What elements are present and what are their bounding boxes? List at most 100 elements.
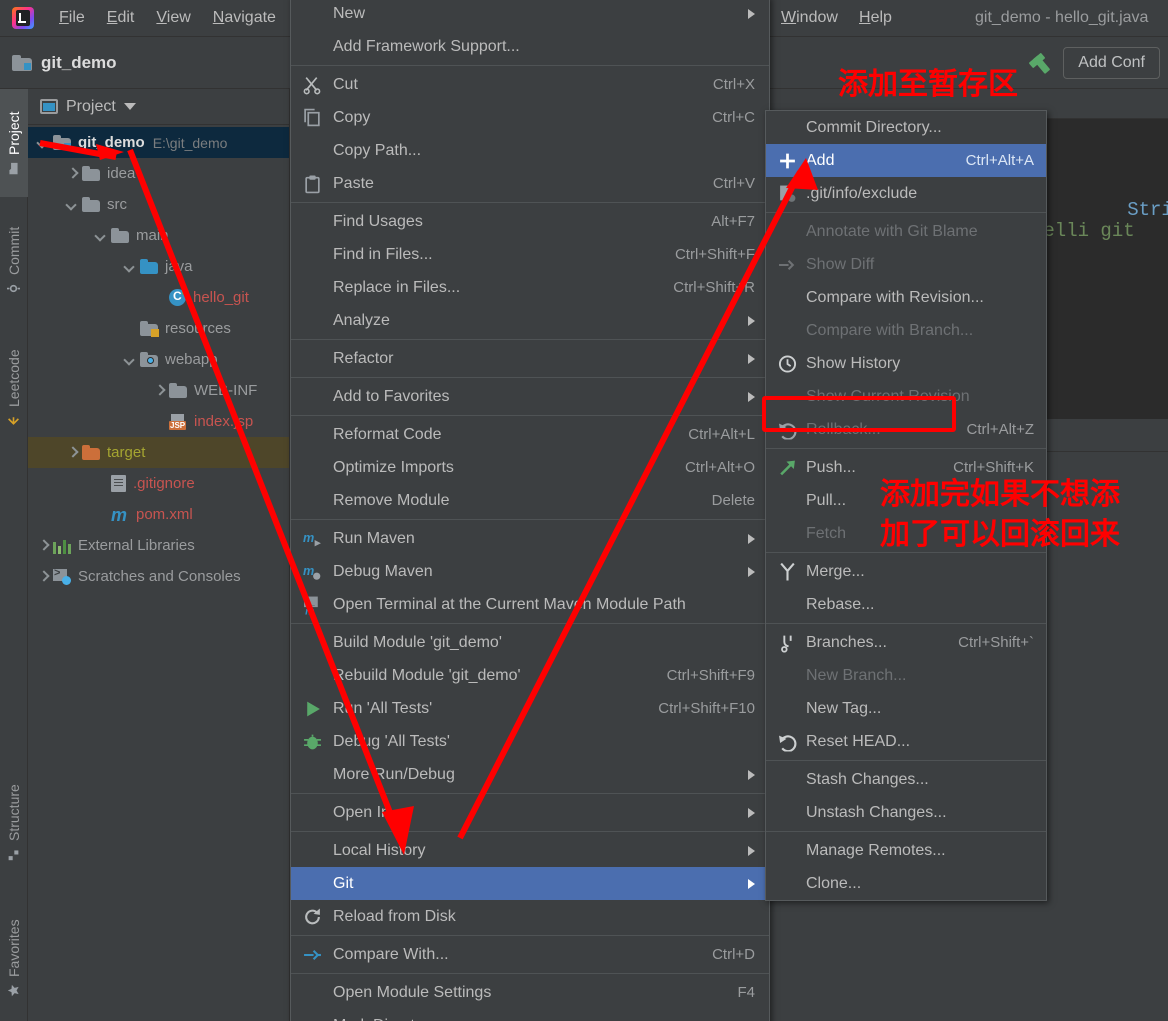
context-menu[interactable]: New Add Framework Support... Cut Ctrl+X Copy… xyxy=(290,0,770,1021)
tree-node-scratches-and-consoles[interactable]: Scratches and Consoles xyxy=(28,561,289,592)
menu-item-rebase[interactable]: Rebase... xyxy=(766,588,1046,621)
menu-item-copy[interactable]: Copy Ctrl+C xyxy=(291,101,769,134)
tree-node-hello-git[interactable]: hello_git xyxy=(28,282,289,313)
chevron-down-icon[interactable] xyxy=(94,229,108,243)
chevron-right-icon[interactable] xyxy=(36,539,50,553)
build-hammer-icon[interactable] xyxy=(1027,50,1053,76)
chevron-down-icon[interactable] xyxy=(123,103,136,110)
menu-item-run-maven[interactable]: m Run Maven xyxy=(291,522,769,555)
chevron-right-icon[interactable] xyxy=(65,167,79,181)
sidebar-item-project[interactable]: Project xyxy=(0,89,28,197)
menu-item-branches[interactable]: Branches... Ctrl+Shift+` xyxy=(766,626,1046,659)
menu-item-rebuild-module-git-demo[interactable]: Rebuild Module 'git_demo' Ctrl+Shift+F9 xyxy=(291,659,769,692)
project-tree[interactable]: git_demo E:\git_demoidea srcmain javahello_… xyxy=(28,125,289,592)
menu-item-reformat-code[interactable]: Reformat Code Ctrl+Alt+L xyxy=(291,418,769,451)
chevron-down-icon[interactable] xyxy=(123,260,137,274)
menu-item-manage-remotes[interactable]: Manage Remotes... xyxy=(766,834,1046,867)
menu-file[interactable]: File xyxy=(48,6,96,30)
tree-node-git-demo[interactable]: git_demo E:\git_demo xyxy=(28,127,289,158)
menu-item-new-branch[interactable]: New Branch... xyxy=(766,659,1046,692)
chevron-right-icon[interactable] xyxy=(152,384,166,398)
tree-node-index-jsp[interactable]: JSP index.jsp xyxy=(28,406,289,437)
menu-item-add-framework-support[interactable]: Add Framework Support... xyxy=(291,30,769,63)
menu-item-unstash-changes[interactable]: Unstash Changes... xyxy=(766,796,1046,829)
menu-item-local-history[interactable]: Local History xyxy=(291,834,769,867)
menu-view-label-rest: iew xyxy=(166,9,191,26)
left-tool-window-bar[interactable]: Project Commit Leetcode Structure Favori… xyxy=(0,89,28,1021)
chevron-right-icon[interactable] xyxy=(36,570,50,584)
menu-separator xyxy=(291,973,769,974)
toolbar-right-group[interactable]: Add Conf xyxy=(1027,46,1168,79)
menu-item-show-diff[interactable]: Show Diff xyxy=(766,248,1046,281)
chevron-down-icon[interactable] xyxy=(36,136,50,150)
menu-item-debug-all-tests[interactable]: Debug 'All Tests' xyxy=(291,725,769,758)
tree-node-main[interactable]: main xyxy=(28,220,289,251)
tree-node-resources[interactable]: resources xyxy=(28,313,289,344)
sidebar-item-structure[interactable]: Structure xyxy=(0,761,28,883)
sidebar-item-commit[interactable]: Commit xyxy=(0,205,28,315)
menu-item-label: Unstash Changes... xyxy=(806,803,947,821)
tree-node-src[interactable]: src xyxy=(28,189,289,220)
tree-node-target[interactable]: target xyxy=(28,437,289,468)
menu-item-show-history[interactable]: Show History xyxy=(766,347,1046,380)
menu-item-label: Remove Module xyxy=(333,491,450,509)
menu-navigate[interactable]: Navigate xyxy=(202,6,287,30)
chevron-right-icon[interactable] xyxy=(65,446,79,460)
menu-item-copy-path[interactable]: Copy Path... xyxy=(291,134,769,167)
menu-item-refactor[interactable]: Refactor xyxy=(291,342,769,375)
menu-item-find-in-files[interactable]: Find in Files... Ctrl+Shift+F xyxy=(291,238,769,271)
menu-item-compare-with-branch[interactable]: Compare with Branch... xyxy=(766,314,1046,347)
menu-view[interactable]: View xyxy=(145,6,201,30)
menu-item-add-to-favorites[interactable]: Add to Favorites xyxy=(291,380,769,413)
menu-item-open-in[interactable]: Open In xyxy=(291,796,769,829)
sidebar-item-favorites[interactable]: Favorites xyxy=(0,897,28,1019)
breadcrumb[interactable]: git_demo xyxy=(12,53,117,73)
menu-item-stash-changes[interactable]: Stash Changes... xyxy=(766,763,1046,796)
menu-separator xyxy=(766,212,1046,213)
menu-item-annotate-with-git-blame[interactable]: Annotate with Git Blame xyxy=(766,215,1046,248)
menu-item-open-terminal-at-the-current-maven-module-path[interactable]: >_ m Open Terminal at the Current Maven Mo… xyxy=(291,588,769,621)
menu-item-remove-module[interactable]: Remove Module Delete xyxy=(291,484,769,517)
menu-item-debug-maven[interactable]: m Debug Maven xyxy=(291,555,769,588)
menu-item-open-module-settings[interactable]: Open Module Settings F4 xyxy=(291,976,769,1009)
menu-item-clone[interactable]: Clone... xyxy=(766,867,1046,900)
menu-item-compare-with[interactable]: Compare With... Ctrl+D xyxy=(291,938,769,971)
tree-node-pom-xml[interactable]: m pom.xml xyxy=(28,499,289,530)
breadcrumb-project-name: git_demo xyxy=(41,52,117,72)
menu-item-cut[interactable]: Cut Ctrl+X xyxy=(291,68,769,101)
tree-node-web-inf[interactable]: WEB-INF xyxy=(28,375,289,406)
tree-node-java[interactable]: java xyxy=(28,251,289,282)
menu-item-commit-directory[interactable]: Commit Directory... xyxy=(766,111,1046,144)
menu-item-more-run-debug[interactable]: More Run/Debug xyxy=(291,758,769,791)
tree-node-webapp[interactable]: webapp xyxy=(28,344,289,375)
project-tool-window[interactable]: Project git_demo E:\git_demo idea src main ja… xyxy=(28,89,290,1021)
menu-item-build-module-git-demo[interactable]: Build Module 'git_demo' xyxy=(291,626,769,659)
menu-item-find-usages[interactable]: Find Usages Alt+F7 xyxy=(291,205,769,238)
project-panel-header[interactable]: Project xyxy=(28,89,289,125)
menu-item-replace-in-files[interactable]: Replace in Files... Ctrl+Shift+R xyxy=(291,271,769,304)
add-configuration-button[interactable]: Add Conf xyxy=(1063,46,1160,79)
menu-item-optimize-imports[interactable]: Optimize Imports Ctrl+Alt+O xyxy=(291,451,769,484)
sidebar-item-leetcode[interactable]: Leetcode xyxy=(0,325,28,450)
tree-node-external-libraries[interactable]: External Libraries xyxy=(28,530,289,561)
menu-item-merge[interactable]: Merge... xyxy=(766,555,1046,588)
menu-item-reload-from-disk[interactable]: Reload from Disk xyxy=(291,900,769,933)
menu-item-git-info-exclude[interactable]: .git/info/exclude xyxy=(766,177,1046,210)
menu-item-compare-with-revision[interactable]: Compare with Revision... xyxy=(766,281,1046,314)
menu-item-git[interactable]: Git xyxy=(291,867,769,900)
menu-item-run-all-tests[interactable]: Run 'All Tests' Ctrl+Shift+F10 xyxy=(291,692,769,725)
chevron-down-icon[interactable] xyxy=(123,353,137,367)
tree-node-idea[interactable]: idea xyxy=(28,158,289,189)
tree-node--gitignore[interactable]: .gitignore xyxy=(28,468,289,499)
menu-item-analyze[interactable]: Analyze xyxy=(291,304,769,337)
menu-help[interactable]: Help xyxy=(848,6,903,30)
menu-edit[interactable]: Edit xyxy=(96,6,146,30)
menu-item-new-tag[interactable]: New Tag... xyxy=(766,692,1046,725)
menu-item-new[interactable]: New xyxy=(291,0,769,30)
menu-item-paste[interactable]: Paste Ctrl+V xyxy=(291,167,769,200)
chevron-down-icon[interactable] xyxy=(65,198,79,212)
menu-item-reset-head[interactable]: Reset HEAD... xyxy=(766,725,1046,758)
menu-window[interactable]: Window xyxy=(770,6,849,30)
menu-item-add[interactable]: Add Ctrl+Alt+A xyxy=(766,144,1046,177)
menu-item-mark-directory-as[interactable]: Mark Directory as xyxy=(291,1009,769,1021)
